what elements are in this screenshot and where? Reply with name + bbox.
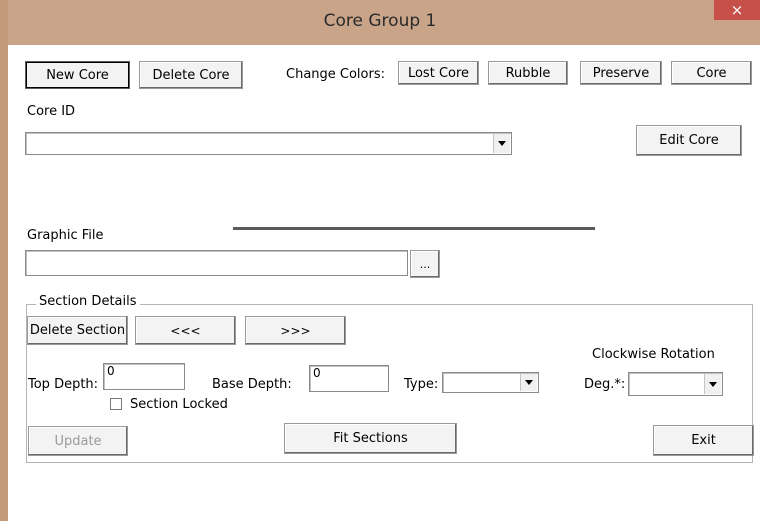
type-label: Type:: [404, 377, 439, 392]
chevron-down-icon[interactable]: [493, 134, 510, 153]
next-section-button[interactable]: >>>: [245, 316, 346, 345]
section-details-title: Section Details: [36, 294, 140, 309]
previous-section-button[interactable]: <<<: [135, 316, 236, 345]
core-id-label: Core ID: [27, 104, 76, 119]
top-depth-input[interactable]: 0: [103, 363, 185, 390]
deg-label: Deg.*:: [584, 377, 626, 392]
new-core-button[interactable]: New Core: [25, 61, 130, 89]
type-dropdown[interactable]: [442, 372, 539, 393]
delete-section-button[interactable]: Delete Section: [27, 316, 128, 345]
core-group-dialog: Core Group 1 × New Core Delete Core Chan…: [0, 0, 760, 521]
title-bar[interactable]: Core Group 1 ×: [0, 0, 760, 45]
core-id-dropdown[interactable]: [25, 132, 512, 155]
top-depth-label: Top Depth:: [28, 377, 99, 392]
chevron-down-icon[interactable]: [520, 374, 537, 391]
graphic-file-input[interactable]: [25, 250, 408, 276]
exit-button[interactable]: Exit: [653, 425, 754, 456]
preserve-button[interactable]: Preserve: [580, 61, 662, 85]
update-button[interactable]: Update: [28, 426, 128, 456]
close-icon: ×: [730, 1, 744, 19]
edit-core-button[interactable]: Edit Core: [636, 125, 742, 156]
core-color-button[interactable]: Core: [671, 61, 752, 85]
lost-core-button[interactable]: Lost Core: [398, 61, 479, 85]
section-locked-checkbox[interactable]: [110, 398, 122, 410]
browse-button[interactable]: ...: [410, 250, 440, 278]
separator-line: [233, 227, 595, 230]
clockwise-rotation-label: Clockwise Rotation: [592, 347, 715, 362]
window-left-border: [0, 0, 8, 521]
base-depth-input[interactable]: 0: [309, 365, 389, 392]
rubble-button[interactable]: Rubble: [488, 61, 568, 85]
fit-sections-button[interactable]: Fit Sections: [284, 423, 457, 454]
chevron-down-icon[interactable]: [704, 374, 721, 394]
section-locked-label: Section Locked: [130, 397, 228, 412]
delete-core-button[interactable]: Delete Core: [139, 61, 243, 89]
close-button[interactable]: ×: [714, 0, 760, 20]
base-depth-label: Base Depth:: [212, 377, 292, 392]
rotation-degree-dropdown[interactable]: [628, 372, 723, 396]
window-title: Core Group 1: [323, 11, 437, 31]
change-colors-label: Change Colors:: [286, 67, 385, 82]
graphic-file-label: Graphic File: [27, 228, 104, 243]
